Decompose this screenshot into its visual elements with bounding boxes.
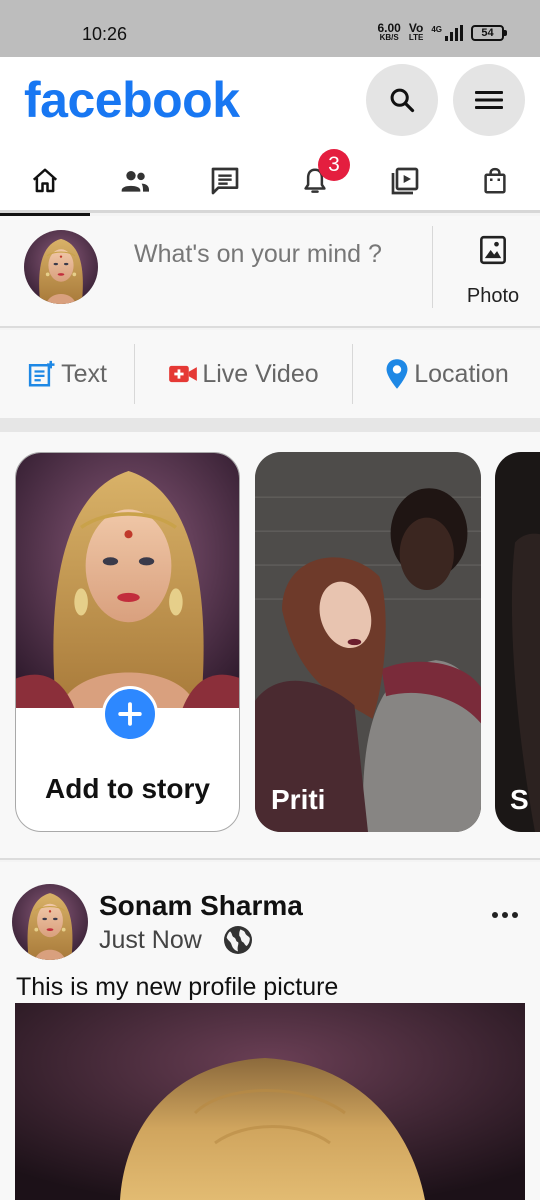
tab-marketplace[interactable] xyxy=(450,149,540,213)
post-options-button[interactable] xyxy=(492,912,518,918)
live-video-button[interactable]: Live Video xyxy=(134,344,353,404)
tab-watch[interactable] xyxy=(360,149,450,213)
composer-actions: Text Live Video Location xyxy=(0,330,540,418)
status-bar: 10:26 6.00 KB/S Vo LTE 4G 54 xyxy=(0,0,540,57)
avatar[interactable] xyxy=(12,884,88,960)
status-time: 10:26 xyxy=(82,24,128,44)
post-meta: Just Now xyxy=(99,924,254,956)
story-own-photo xyxy=(16,453,239,708)
notification-badge: 3 xyxy=(318,149,350,181)
post-timestamp: Just Now xyxy=(99,925,202,954)
avatar[interactable] xyxy=(24,230,98,304)
tab-friends[interactable] xyxy=(90,149,180,213)
menu-icon xyxy=(475,91,503,109)
signal-icon: 4G xyxy=(431,25,463,41)
whats-on-your-mind-input[interactable]: What's on your mind ? xyxy=(134,240,382,269)
post-caption: This is my new profile picture xyxy=(16,973,339,1001)
story-photo xyxy=(255,452,481,832)
add-story-card[interactable]: Add to story xyxy=(15,452,240,832)
text-label: Text xyxy=(61,359,107,388)
divider xyxy=(432,226,433,308)
search-icon xyxy=(390,88,415,113)
photo-label: Photo xyxy=(466,285,520,307)
section-separator xyxy=(0,418,540,432)
status-icons: 6.00 KB/S Vo LTE 4G 54 xyxy=(377,21,507,42)
app-header: facebook 3 xyxy=(0,57,540,216)
home-icon xyxy=(32,168,58,193)
marketplace-icon xyxy=(484,167,506,194)
globe-icon xyxy=(223,926,252,954)
photo-icon xyxy=(480,235,506,265)
nav-tabs: 3 xyxy=(0,149,540,216)
add-story-plus-icon[interactable] xyxy=(102,686,158,742)
tab-home[interactable] xyxy=(0,149,90,216)
post-image[interactable] xyxy=(15,1003,525,1200)
menu-button[interactable] xyxy=(453,64,525,136)
story-card-priti[interactable]: Priti xyxy=(255,452,481,832)
tab-notifications[interactable]: 3 xyxy=(270,149,360,213)
live-video-icon xyxy=(169,365,198,383)
location-pin-icon xyxy=(386,359,408,389)
network-speed: 6.00 KB/S xyxy=(377,21,401,42)
story-photo xyxy=(495,452,540,832)
feed-post: Sonam Sharma Just Now This is my new pro… xyxy=(0,862,540,1200)
volte-indicator: Vo LTE xyxy=(408,21,424,42)
facebook-logo[interactable]: facebook xyxy=(24,71,240,129)
friends-icon xyxy=(121,171,149,192)
post-composer: What's on your mind ? Photo xyxy=(0,216,540,328)
watch-icon xyxy=(391,167,419,195)
search-button[interactable] xyxy=(366,64,438,136)
text-post-icon xyxy=(28,360,55,387)
story-author-name: S xyxy=(510,784,529,815)
add-to-story-label: Add to story xyxy=(45,773,210,804)
text-button[interactable]: Text xyxy=(0,344,134,404)
location-label: Location xyxy=(414,359,509,388)
story-card-next[interactable]: S xyxy=(495,452,540,832)
tab-messages[interactable] xyxy=(180,149,270,213)
location-button[interactable]: Location xyxy=(353,344,540,404)
photo-button[interactable]: Photo xyxy=(448,234,538,308)
messages-icon xyxy=(211,167,239,195)
story-author-name: Priti xyxy=(271,784,326,815)
post-author-name[interactable]: Sonam Sharma xyxy=(99,890,303,922)
stories-row: Add to story Priti S xyxy=(0,432,540,860)
battery-icon: 54 xyxy=(471,25,507,41)
live-video-label: Live Video xyxy=(202,359,319,388)
